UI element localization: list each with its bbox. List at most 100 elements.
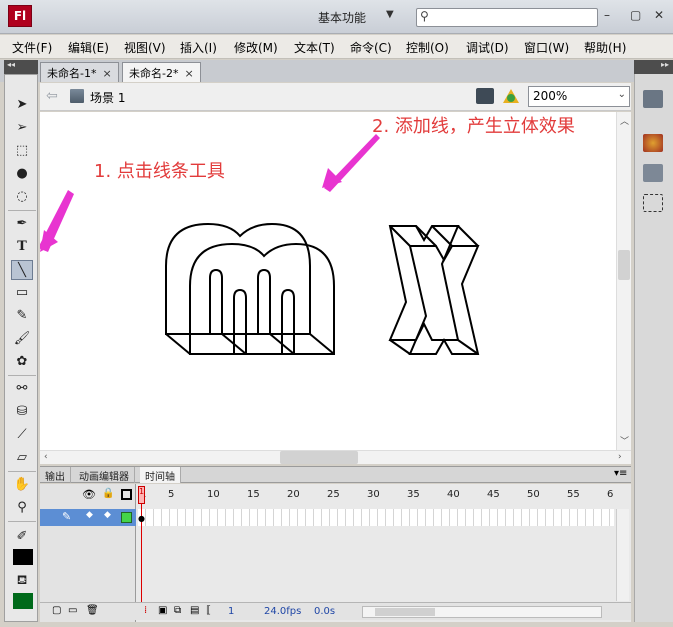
back-arrow-icon[interactable]: ⇦ bbox=[46, 88, 58, 104]
properties-panel-icon[interactable] bbox=[643, 90, 663, 108]
outline-icon[interactable] bbox=[121, 489, 132, 500]
text-tool-icon[interactable]: T bbox=[11, 237, 33, 257]
scroll-left-icon[interactable]: ‹ bbox=[44, 452, 48, 462]
visibility-dot-icon[interactable]: ◆ bbox=[86, 510, 93, 520]
tab-output[interactable]: 输出 bbox=[40, 467, 71, 483]
library-panel-icon[interactable] bbox=[643, 164, 663, 182]
frame-number: 6 bbox=[607, 489, 614, 500]
fill-color-swatch[interactable] bbox=[13, 593, 33, 609]
subselection-tool-icon[interactable]: ➢ bbox=[11, 118, 33, 138]
menu-modify[interactable]: 修改(M) bbox=[234, 39, 278, 56]
zoom-select[interactable]: 200% ⌄ bbox=[528, 86, 630, 107]
close-icon[interactable]: × bbox=[102, 67, 111, 80]
tab-untitled-2[interactable]: 未命名-2* × bbox=[122, 62, 201, 82]
tab-motion-editor[interactable]: 动画编辑器 bbox=[74, 467, 135, 483]
stroke-color-swatch[interactable] bbox=[13, 549, 33, 565]
horizontal-scrollbar[interactable]: ‹ › bbox=[40, 450, 631, 464]
menu-commands[interactable]: 命令(C) bbox=[350, 39, 392, 56]
title-bar: Fl 基本功能 ▼ ⚲ – ▢ ✕ bbox=[0, 0, 673, 34]
menu-file[interactable]: 文件(F) bbox=[12, 39, 52, 56]
timeline-hscroll[interactable] bbox=[362, 606, 602, 618]
lock-dot-icon[interactable]: ◆ bbox=[104, 510, 111, 520]
layer-row[interactable]: ✎ ◆ ◆ bbox=[40, 509, 136, 526]
tools-panel-collapse[interactable]: ◂◂ bbox=[4, 60, 38, 74]
menu-edit[interactable]: 编辑(E) bbox=[68, 39, 109, 56]
frame-number: 50 bbox=[527, 489, 540, 500]
scroll-thumb[interactable] bbox=[375, 608, 435, 616]
scroll-down-icon[interactable]: ﹀ bbox=[620, 434, 629, 447]
close-button[interactable]: ✕ bbox=[654, 8, 664, 22]
delete-layer-icon[interactable]: 🗑 bbox=[86, 605, 99, 616]
3d-letter-x bbox=[388, 225, 480, 355]
new-folder-icon[interactable]: ▭ bbox=[68, 605, 77, 616]
frame-number: 25 bbox=[327, 489, 340, 500]
paint-bucket-tool-icon[interactable]: ⛁ bbox=[11, 402, 33, 422]
scene-label[interactable]: 场景 1 bbox=[90, 89, 125, 106]
lock-icon[interactable]: 🔒 bbox=[102, 488, 114, 499]
eye-icon[interactable]: 👁 bbox=[82, 488, 96, 501]
onion-skin-icon[interactable]: ▣ bbox=[158, 605, 167, 616]
edit-multiple-frames-icon[interactable]: ▤ bbox=[190, 605, 199, 616]
minimize-button[interactable]: – bbox=[604, 8, 610, 22]
frame-number: 40 bbox=[447, 489, 460, 500]
pen-tool-icon[interactable]: ✒ bbox=[11, 214, 33, 234]
menu-control[interactable]: 控制(O) bbox=[406, 39, 449, 56]
free-transform-tool-icon[interactable]: ⬚ bbox=[11, 141, 33, 161]
new-layer-icon[interactable]: ▢ bbox=[52, 605, 61, 616]
center-frame-icon[interactable]: ⁞ bbox=[144, 605, 147, 616]
line-tool-icon[interactable]: ╲ bbox=[11, 260, 33, 280]
scroll-up-icon[interactable]: ︿ bbox=[620, 114, 629, 127]
stroke-color-icon[interactable]: ✐ bbox=[11, 527, 33, 547]
chevron-down-icon[interactable]: ▼ bbox=[386, 9, 394, 20]
frame-grid[interactable] bbox=[138, 509, 614, 526]
menu-window[interactable]: 窗口(W) bbox=[524, 39, 569, 56]
menu-text[interactable]: 文本(T) bbox=[294, 39, 335, 56]
menu-debug[interactable]: 调试(D) bbox=[466, 39, 509, 56]
playhead[interactable]: 1 bbox=[138, 486, 145, 504]
restore-button[interactable]: ▢ bbox=[630, 8, 641, 22]
onion-outline-icon[interactable]: ⧉ bbox=[174, 605, 181, 616]
tab-label: 未命名-1* bbox=[47, 67, 97, 80]
stage-canvas[interactable]: 1. 点击线条工具 2. 添加线，产生立体效果 bbox=[40, 112, 616, 450]
menu-view[interactable]: 视图(V) bbox=[124, 39, 166, 56]
scroll-thumb[interactable] bbox=[280, 451, 358, 464]
frame-rate[interactable]: 24.0fps bbox=[264, 606, 301, 617]
current-frame[interactable]: 1 bbox=[228, 606, 234, 617]
fill-color-icon[interactable]: ⛾ bbox=[11, 571, 33, 591]
hand-tool-icon[interactable]: ✋ bbox=[11, 475, 33, 495]
edit-symbols-icon[interactable] bbox=[502, 88, 520, 104]
tab-untitled-1[interactable]: 未命名-1* × bbox=[40, 62, 119, 82]
edit-scene-icon[interactable] bbox=[476, 88, 494, 104]
deco-tool-icon[interactable]: ✿ bbox=[11, 352, 33, 372]
keyframe-icon[interactable]: ● bbox=[138, 514, 145, 523]
close-icon[interactable]: × bbox=[184, 67, 193, 80]
timeline-panel: 👁 🔒 ✎ ◆ ◆ 1 5 10 15 20 25 30 35 40 45 50… bbox=[40, 484, 631, 622]
tab-timeline[interactable]: 时间轴 bbox=[140, 467, 181, 483]
bone-tool-icon[interactable]: ⚯ bbox=[11, 379, 33, 399]
menu-help[interactable]: 帮助(H) bbox=[584, 39, 626, 56]
timeline-vscroll[interactable] bbox=[616, 509, 629, 601]
zoom-tool-icon[interactable]: ⚲ bbox=[11, 498, 33, 518]
right-panel-collapse[interactable]: ▸▸ bbox=[634, 60, 673, 74]
brush-tool-icon[interactable]: 🖌 bbox=[11, 329, 33, 349]
vertical-scrollbar[interactable]: ︿ ﹀ bbox=[616, 112, 631, 450]
scroll-right-icon[interactable]: › bbox=[618, 452, 622, 462]
menu-insert[interactable]: 插入(I) bbox=[180, 39, 217, 56]
eyedropper-tool-icon[interactable]: ⟋ bbox=[11, 425, 33, 445]
selection-tool-icon[interactable]: ➤ bbox=[11, 95, 33, 115]
scroll-thumb[interactable] bbox=[618, 250, 630, 280]
transform-panel-icon[interactable] bbox=[643, 194, 663, 212]
workspace-switcher[interactable]: 基本功能 bbox=[318, 9, 366, 26]
search-input[interactable]: ⚲ bbox=[416, 8, 598, 27]
pencil-tool-icon[interactable]: ✎ bbox=[11, 306, 33, 326]
layer-color-swatch[interactable] bbox=[121, 512, 132, 523]
panel-menu-icon[interactable]: ▾≡ bbox=[614, 468, 627, 479]
divider bbox=[8, 375, 36, 376]
3d-rotation-tool-icon[interactable]: ● bbox=[11, 164, 33, 184]
onion-markers-icon[interactable]: ⟦ bbox=[206, 605, 211, 616]
lasso-tool-icon[interactable]: ◌ bbox=[11, 187, 33, 207]
rectangle-tool-icon[interactable]: ▭ bbox=[11, 283, 33, 303]
frame-number: 35 bbox=[407, 489, 420, 500]
color-panel-icon[interactable] bbox=[643, 134, 663, 152]
eraser-tool-icon[interactable]: ▱ bbox=[11, 448, 33, 468]
